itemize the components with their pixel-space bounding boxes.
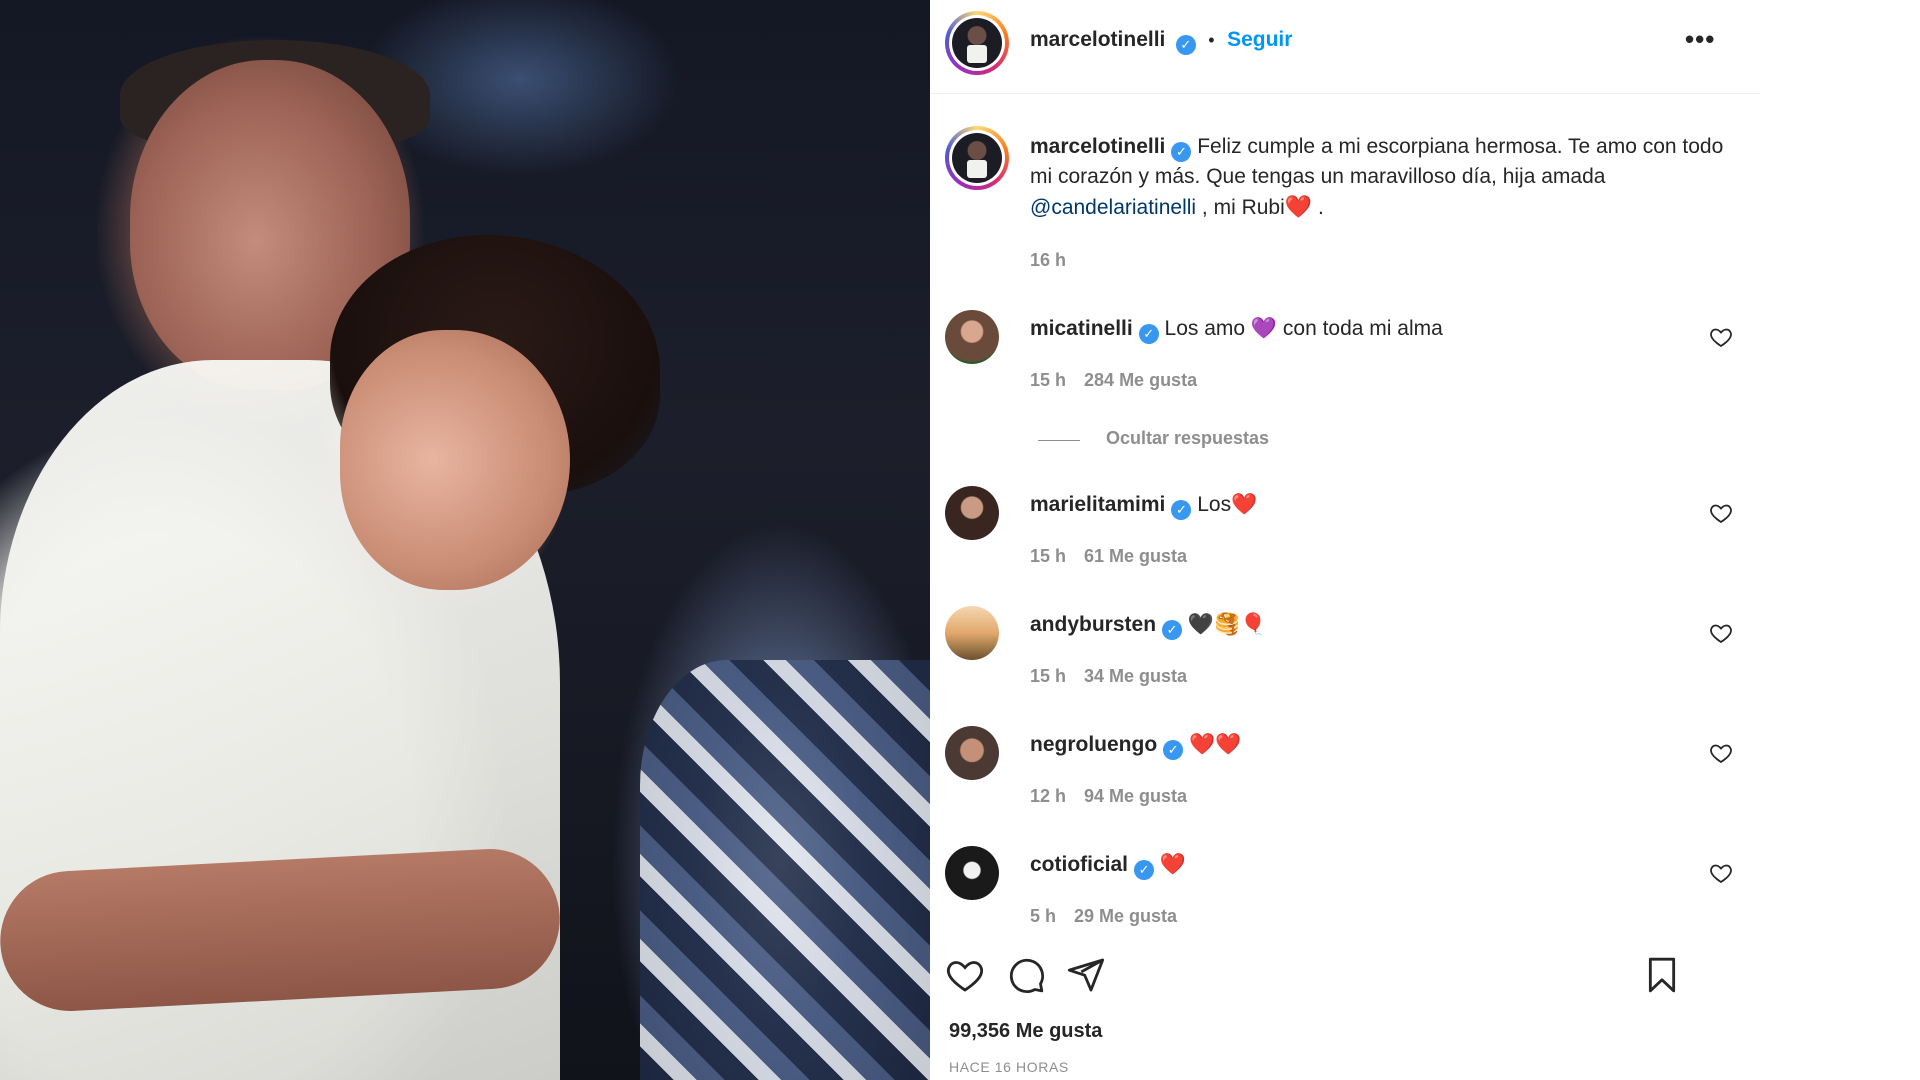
comment-meta: 15 h 61 Me gusta <box>1030 546 1187 567</box>
comment-text: andybursten ✓ 🖤🥞🎈 <box>1030 610 1266 640</box>
comment-avatar[interactable] <box>945 486 999 540</box>
comment-likes[interactable]: 61 Me gusta <box>1084 546 1187 566</box>
share-icon[interactable] <box>1066 955 1106 995</box>
comment-meta: 15 h 34 Me gusta <box>1030 666 1187 687</box>
author-line: marcelotinelli ✓ • Seguir <box>1030 28 1292 55</box>
comment-like-heart-icon[interactable] <box>1709 621 1733 645</box>
comment-time[interactable]: 5 h <box>1030 906 1056 926</box>
post-likes-count[interactable]: 99,356 Me gusta <box>949 1020 1102 1043</box>
comment-body: ❤️ <box>1159 853 1187 876</box>
verified-badge-icon: ✓ <box>1163 740 1184 760</box>
hide-replies-line <box>1038 440 1080 441</box>
comment-body: ❤️❤️ <box>1189 733 1242 756</box>
comment-username[interactable]: cotioficial <box>1030 853 1128 876</box>
comment-meta: 12 h 94 Me gusta <box>1030 786 1187 807</box>
comment-time[interactable]: 15 h <box>1030 546 1066 566</box>
comment-likes[interactable]: 29 Me gusta <box>1074 906 1177 926</box>
comment-like-heart-icon[interactable] <box>1709 501 1733 525</box>
red-heart-emoji-icon: ❤️ <box>1284 194 1313 219</box>
comment-like-heart-icon[interactable] <box>1709 741 1733 765</box>
more-options-button[interactable]: ••• <box>1685 24 1715 55</box>
follow-button[interactable]: Seguir <box>1227 28 1292 51</box>
caption-text: marcelotinelli ✓ Feliz cumple a mi escorp… <box>1030 132 1740 223</box>
verified-badge-icon: ✓ <box>1171 142 1192 162</box>
post-header: marcelotinelli ✓ • Seguir ••• <box>930 0 1760 94</box>
verified-badge-icon: ✓ <box>1134 860 1155 880</box>
comment-avatar[interactable] <box>945 846 999 900</box>
caption-time[interactable]: 16 h <box>1030 250 1066 271</box>
post-time-ago: HACE 16 HORAS <box>949 1059 1069 1075</box>
comment-meta: 15 h 284 Me gusta <box>1030 370 1197 391</box>
comment-text: marielitamimi ✓ Los❤️ <box>1030 490 1257 520</box>
post-actions-bar <box>945 955 1765 995</box>
post-photo <box>0 0 930 1080</box>
post-detail-panel: marcelotinelli ✓ • Seguir ••• marcelotin… <box>930 0 1920 1080</box>
verified-badge-icon: ✓ <box>1138 324 1159 344</box>
comment-body: Los amo 💜 con toda mi alma <box>1164 317 1443 340</box>
comment-username[interactable]: micatinelli <box>1030 317 1133 340</box>
comment-text: negroluengo ✓ ❤️❤️ <box>1030 730 1241 760</box>
comment-body: Los❤️ <box>1197 493 1258 516</box>
comment-username[interactable]: marielitamimi <box>1030 493 1165 516</box>
separator-dot: • <box>1208 30 1215 50</box>
caption-body-end: , mi Rubi <box>1196 196 1285 219</box>
verified-badge-icon: ✓ <box>1175 35 1196 55</box>
comment-text: micatinelli ✓ Los amo 💜 con toda mi alma <box>1030 314 1443 344</box>
verified-badge-icon: ✓ <box>1171 500 1192 520</box>
comment-icon[interactable] <box>1006 955 1046 995</box>
hide-replies-button[interactable]: Ocultar respuestas <box>1106 428 1269 449</box>
verified-badge-icon: ✓ <box>1162 620 1183 640</box>
comment-body: 🖤🥞🎈 <box>1187 613 1267 636</box>
comment-like-heart-icon[interactable] <box>1709 325 1733 349</box>
comment-avatar[interactable] <box>945 310 999 364</box>
mention-link[interactable]: @candelariatinelli <box>1030 196 1196 219</box>
comment-text: cotioficial ✓ ❤️ <box>1030 850 1186 880</box>
comment-likes[interactable]: 34 Me gusta <box>1084 666 1187 686</box>
caption-period: . <box>1312 196 1324 219</box>
comment-likes[interactable]: 284 Me gusta <box>1084 370 1197 390</box>
photo-woman-face <box>340 330 570 590</box>
caption-avatar[interactable] <box>945 126 1009 190</box>
caption-username[interactable]: marcelotinelli <box>1030 135 1165 158</box>
comment-username[interactable]: negroluengo <box>1030 733 1157 756</box>
comment-avatar[interactable] <box>945 606 999 660</box>
author-username[interactable]: marcelotinelli <box>1030 28 1165 51</box>
comment-avatar[interactable] <box>945 726 999 780</box>
bookmark-icon[interactable] <box>1642 955 1682 995</box>
comment-username[interactable]: andybursten <box>1030 613 1156 636</box>
comment-meta: 5 h 29 Me gusta <box>1030 906 1177 927</box>
comment-like-heart-icon[interactable] <box>1709 861 1733 885</box>
comment-time[interactable]: 12 h <box>1030 786 1066 806</box>
photo-dress <box>640 660 930 1080</box>
author-avatar[interactable] <box>945 11 1009 75</box>
comment-time[interactable]: 15 h <box>1030 666 1066 686</box>
photo-tattooed-arm <box>0 845 564 1015</box>
comment-likes[interactable]: 94 Me gusta <box>1084 786 1187 806</box>
like-heart-icon[interactable] <box>945 955 985 995</box>
comment-time[interactable]: 15 h <box>1030 370 1066 390</box>
